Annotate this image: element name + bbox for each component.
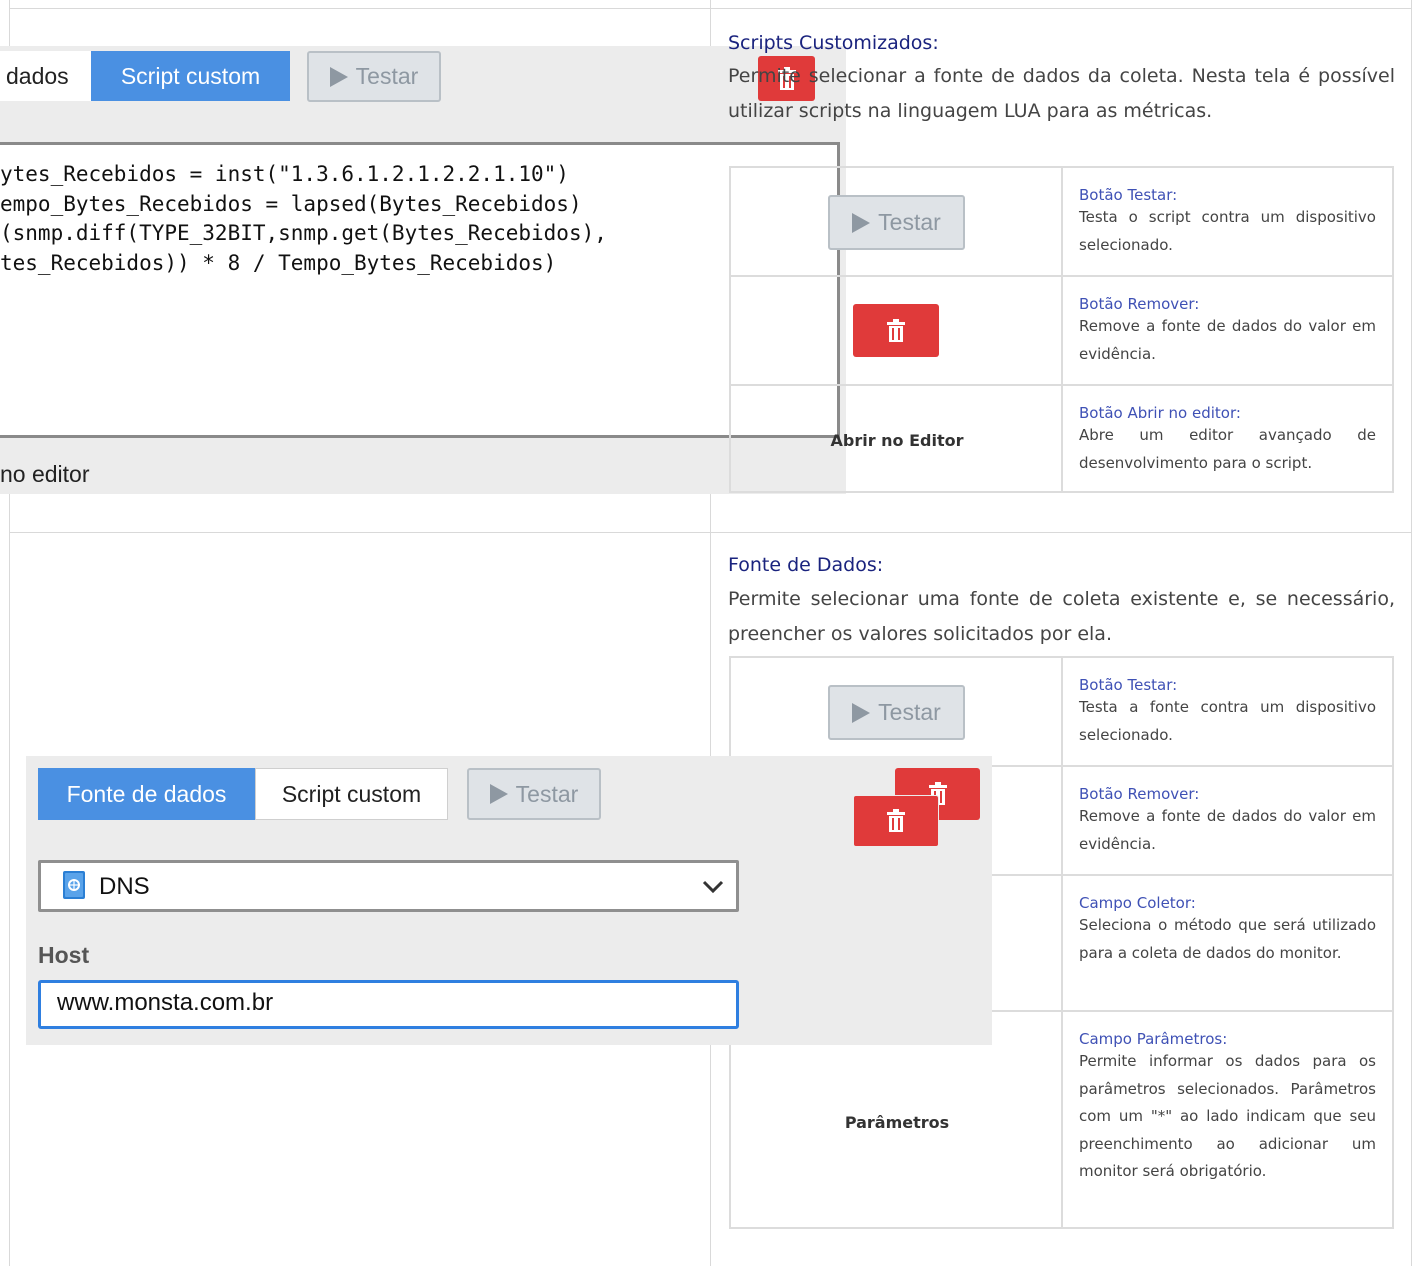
table-cell-text: Botão Testar: Testa o script contra um d…	[1079, 168, 1376, 259]
collector-select[interactable]: DNS	[38, 860, 739, 912]
tab-script-custom[interactable]: Script custom	[91, 51, 290, 101]
table-cell-visual: Testar	[731, 168, 1063, 275]
test-button[interactable]: Testar	[307, 51, 441, 102]
play-icon	[329, 66, 348, 87]
code-line: tes_Recebidos)) * 8 / Tempo_Bytes_Recebi…	[0, 251, 557, 275]
remove-button-example	[853, 304, 939, 357]
test-button-label: Testar	[878, 209, 941, 235]
row-description: Abre um editor avançado de desenvolvimen…	[1079, 426, 1376, 472]
test-button-label: Testar	[515, 780, 579, 807]
test-button[interactable]: Testar	[467, 768, 601, 820]
row-description: Remove a fonte de dados do valor em evid…	[1079, 317, 1376, 363]
table-row: Botão Remover: Remove a fonte de dados d…	[731, 277, 1392, 386]
table-cell-text: Campo Parâmetros: Permite informar os da…	[1079, 1012, 1376, 1186]
table-cell-visual: Abrir no Editor	[731, 386, 1063, 493]
section-title-datasource: Fonte de Dados:	[728, 554, 884, 576]
row-title: Botão Abrir no editor:	[1079, 404, 1241, 422]
script-code-editor[interactable]: ytes_Recebidos = inst("1.3.6.1.2.1.2.2.1…	[0, 142, 840, 438]
test-button-label: Testar	[355, 63, 419, 89]
trash-icon	[887, 318, 905, 342]
row-title: Campo Parâmetros:	[1079, 1030, 1228, 1048]
table-cell-text: Campo Coletor: Seleciona o método que se…	[1079, 876, 1376, 967]
table-cell-visual	[731, 277, 1063, 384]
row-title: Botão Testar:	[1079, 186, 1178, 204]
row-description: Testa a fonte contra um dispositivo sele…	[1079, 698, 1376, 744]
table-row: Abrir no Editor Botão Abrir no editor: A…	[731, 386, 1392, 493]
chevron-down-icon	[702, 880, 724, 894]
open-editor-label: Abrir no Editor	[830, 431, 964, 450]
script-custom-screenshot: dados Script custom Testar ytes_Recebido…	[0, 46, 846, 494]
tab-script-custom[interactable]: Script custom	[255, 768, 448, 820]
section-description-scripts: Permite selecionar a fonte de dados da c…	[728, 65, 1395, 122]
play-icon	[489, 784, 508, 804]
test-button-example: Testar	[828, 195, 965, 250]
row-description: Testa o script contra um dispositivo sel…	[1079, 208, 1376, 254]
tab-datasource[interactable]: Fonte de dados	[38, 768, 255, 820]
remove-button-example	[853, 795, 939, 847]
open-editor-link[interactable]: no editor	[0, 461, 90, 488]
host-label: Host	[38, 942, 90, 968]
doc-table-border-row	[9, 532, 1412, 533]
section-description-datasource: Permite selecionar uma fonte de coleta e…	[728, 588, 1395, 645]
table-row: Testar Botão Testar: Testa a fonte contr…	[731, 658, 1392, 767]
code-line: ytes_Recebidos = inst("1.3.6.1.2.1.2.2.1…	[0, 162, 569, 186]
datasource-screenshot: Fonte de dados Script custom Testar DNS …	[26, 756, 992, 1045]
row-title: Campo Coletor:	[1079, 894, 1196, 912]
play-icon	[852, 212, 871, 233]
parameters-label: Parâmetros	[844, 1113, 950, 1132]
tab-script-custom-label: Script custom	[120, 62, 261, 89]
table-cell-text: Botão Testar: Testa a fonte contra um di…	[1079, 658, 1376, 749]
doc-table-border-top	[9, 8, 1412, 9]
row-title: Botão Remover:	[1079, 295, 1200, 313]
table-cell-visual: Testar	[731, 658, 1063, 765]
tab-datasource-label: Fonte de dados	[66, 780, 227, 807]
globe-icon	[63, 871, 85, 899]
doc-table-border-right	[1411, 0, 1412, 1266]
row-description: Seleciona o método que será utilizado pa…	[1079, 916, 1376, 962]
row-title: Botão Testar:	[1079, 676, 1178, 694]
row-description: Permite informar os dados para os parâme…	[1079, 1052, 1376, 1180]
scripts-features-table: Testar Botão Testar: Testa o script cont…	[729, 166, 1394, 493]
collector-select-value: DNS	[99, 873, 150, 900]
test-button-example: Testar	[828, 685, 965, 740]
section-title-scripts: Scripts Customizados:	[728, 32, 939, 54]
trash-icon	[887, 809, 905, 832]
table-cell-text: Botão Remover: Remove a fonte de dados d…	[1079, 767, 1376, 858]
row-description: Remove a fonte de dados do valor em evid…	[1079, 807, 1376, 853]
code-line: empo_Bytes_Recebidos = lapsed(Bytes_Rece…	[0, 192, 582, 216]
test-button-label: Testar	[878, 699, 941, 725]
row-title: Botão Remover:	[1079, 785, 1200, 803]
table-cell-text: Botão Abrir no editor: Abre um editor av…	[1079, 386, 1376, 477]
table-row: Testar Botão Testar: Testa o script cont…	[731, 168, 1392, 277]
code-line: (snmp.diff(TYPE_32BIT,snmp.get(Bytes_Rec…	[0, 221, 607, 245]
play-icon	[852, 702, 871, 723]
table-cell-text: Botão Remover: Remove a fonte de dados d…	[1079, 277, 1376, 368]
tab-script-custom-label: Script custom	[281, 780, 422, 807]
tab-datasource-label: dados	[6, 62, 69, 89]
host-input[interactable]: www.monsta.com.br	[38, 980, 739, 1029]
tab-datasource[interactable]: dados	[0, 51, 91, 101]
